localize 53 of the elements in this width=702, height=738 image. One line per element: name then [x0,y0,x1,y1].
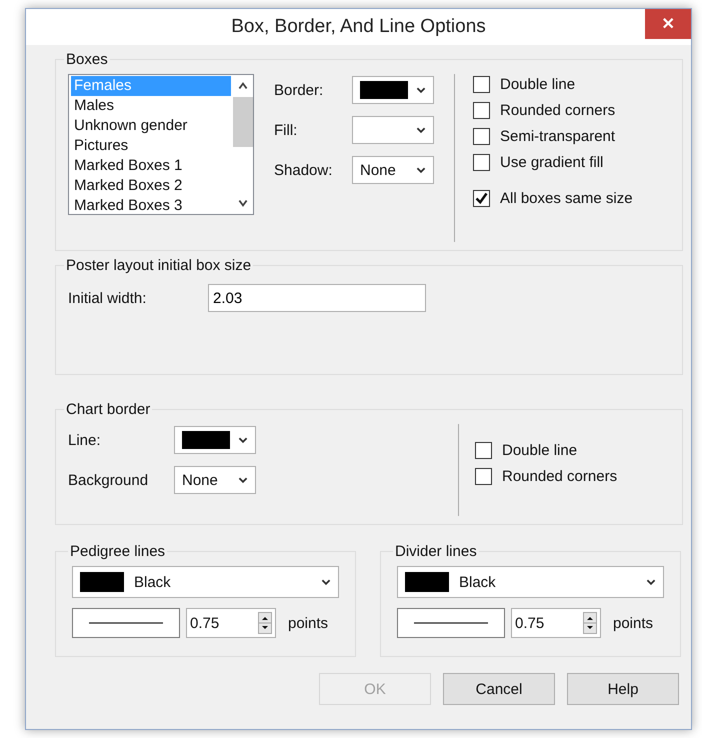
field-label: Line: [68,432,102,448]
checkbox[interactable] [473,102,490,119]
spinner-arrows-icon[interactable] [583,612,597,634]
list-item[interactable]: Marked Boxes 1 [71,156,231,176]
line-sample-icon [89,621,163,625]
color-dropdown[interactable]: Black [72,566,339,598]
checkbox-label: Rounded corners [500,102,616,119]
field-label: Fill: [274,122,298,138]
checkbox-label: Double line [500,76,576,93]
dialog-button[interactable]: Cancel [443,673,555,705]
group-label: Boxes [65,51,109,68]
group-label: Chart border [65,401,152,418]
field-label: Shadow: [274,162,334,178]
spin-box[interactable]: 0.75 [511,608,601,638]
group-label: Poster layout initial box size [65,257,252,274]
field-label: Initial width: [68,290,148,306]
group-label: Divider lines [394,543,478,560]
color-dropdown[interactable]: Black [397,566,664,598]
width-field[interactable]: 2.03 [208,284,426,312]
checkbox-label: Use gradient fill [500,154,604,171]
window-title: Box, Border, And Line Options [231,16,486,38]
checkbox[interactable] [473,154,490,171]
group-label: Pedigree lines [69,543,166,560]
list-item[interactable]: Pictures [71,136,231,156]
list-item[interactable]: Males [71,96,231,116]
spinner-arrows-icon[interactable] [258,612,272,634]
list-box[interactable]: Females Males Unknown gender Pictures Marked Boxes 1 Marked Boxes 2 Marked Boxes 3 [68,74,254,215]
checkbox[interactable] [473,190,490,207]
dropdown[interactable] [352,76,434,104]
checkbox-label: Rounded corners [502,468,618,485]
dialog-button[interactable]: Help [567,673,679,705]
line-sample-icon [414,621,488,625]
checkbox[interactable] [475,442,492,459]
field-label: Background [68,472,150,488]
unit-label: points [613,614,654,632]
scroll-up-icon[interactable] [237,80,249,92]
close-button[interactable]: ✕ [645,9,691,39]
list-item[interactable]: Marked Boxes 3 [71,196,231,216]
checkbox[interactable] [475,468,492,485]
checkbox-label: All boxes same size [500,190,633,207]
checkbox-label: Semi-transparent [500,128,616,145]
spin-box[interactable]: 0.75 [186,608,276,638]
scroll-down-icon[interactable] [237,197,249,209]
checkbox-label: Double line [502,442,578,459]
dropdown[interactable]: None [352,156,434,184]
dropdown[interactable] [174,426,256,454]
list-item[interactable]: Unknown gender [71,116,231,136]
checkbox[interactable] [473,76,490,93]
checkbox[interactable] [473,128,490,145]
dropdown[interactable]: None [174,466,256,494]
list-item[interactable]: Marked Boxes 2 [71,176,231,196]
field-label: Border: [274,82,324,98]
unit-label: points [288,614,328,632]
